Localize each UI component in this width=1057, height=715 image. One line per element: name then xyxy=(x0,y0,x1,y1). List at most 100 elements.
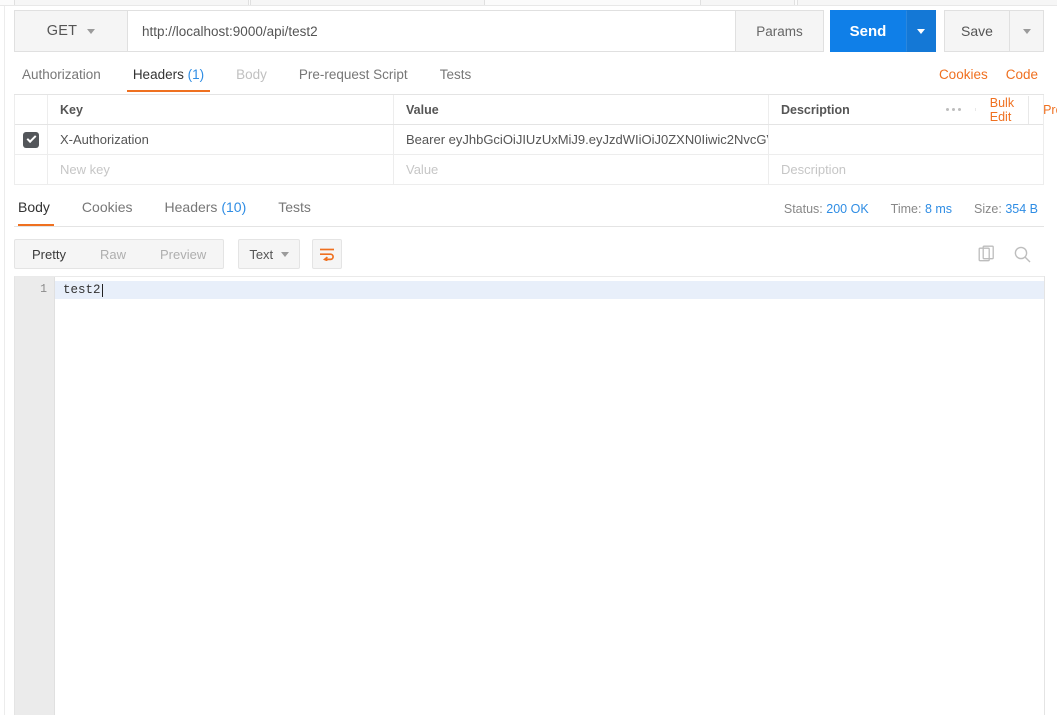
response-tab-tests-label: Tests xyxy=(278,199,311,215)
response-tab-body[interactable]: Body xyxy=(14,193,66,226)
view-mode-pretty[interactable]: Pretty xyxy=(15,240,83,268)
editor-right-divider xyxy=(1044,276,1045,715)
search-icon xyxy=(1014,246,1031,262)
size-meta: Size: 354 B xyxy=(974,202,1038,216)
request-url-bar: GET http://localhost:9000/api/test2 Para… xyxy=(14,10,1044,52)
tab-pre-request-script[interactable]: Pre-request Script xyxy=(283,62,424,92)
copy-button[interactable] xyxy=(978,245,997,264)
bulk-edit-button[interactable]: Bulk Edit xyxy=(976,95,1030,124)
send-button-group: Send xyxy=(830,10,936,52)
header-row-checkbox-cell xyxy=(15,95,48,124)
tab-authorization[interactable]: Authorization xyxy=(14,62,117,92)
chevron-down-icon xyxy=(281,251,290,257)
time-value: 8 ms xyxy=(924,202,953,216)
table-row-new[interactable]: New key Value Description xyxy=(15,155,1043,185)
copy-icon xyxy=(978,245,994,261)
time-meta: Time: 8 ms xyxy=(890,202,953,216)
editor-code-area[interactable]: test2 xyxy=(55,277,1044,715)
postman-window: GET http://localhost:9000/api/test2 Para… xyxy=(0,0,1057,715)
window-top-strip xyxy=(0,0,1057,6)
column-header-value: Value xyxy=(394,95,769,124)
save-options-button[interactable] xyxy=(1010,10,1044,52)
response-tab-headers-label: Headers xyxy=(164,199,218,215)
table-row[interactable]: X-Authorization Bearer eyJhbGciOiJIUzUxM… xyxy=(15,125,1043,155)
new-key-input[interactable]: New key xyxy=(48,155,394,184)
view-mode-group: Pretty Raw Preview xyxy=(14,239,225,269)
request-tab-links: Cookies Code xyxy=(939,62,1044,82)
response-tab-tests[interactable]: Tests xyxy=(262,193,327,226)
cookies-link[interactable]: Cookies xyxy=(939,67,988,82)
response-meta: Status: 200 OK Time: 8 ms Size: 354 B xyxy=(784,193,1044,216)
request-tab-bar: Authorization Headers (1) Body Pre-reque… xyxy=(14,62,1044,95)
column-header-description-area: Description Bulk Edit Presets xyxy=(769,95,1057,124)
code-line[interactable]: test2 xyxy=(55,281,1044,299)
line-number: 1 xyxy=(40,283,47,296)
url-text: http://localhost:9000/api/test2 xyxy=(142,23,318,39)
row-enable-checkbox-cell xyxy=(15,125,48,154)
format-selector[interactable]: Text xyxy=(238,239,301,269)
chevron-down-icon xyxy=(917,28,925,34)
presets-label: Presets xyxy=(1043,102,1057,117)
word-wrap-icon xyxy=(320,248,335,261)
url-input[interactable]: http://localhost:9000/api/test2 xyxy=(128,10,736,52)
header-value-input[interactable]: Bearer eyJhbGciOiJIUzUxMiJ9.eyJzdWIiOiJ0… xyxy=(394,125,769,154)
tab-headers[interactable]: Headers (1) xyxy=(117,62,220,92)
status-meta: Status: 200 OK xyxy=(783,202,869,216)
save-button[interactable]: Save xyxy=(944,10,1010,52)
tab-body[interactable]: Body xyxy=(220,62,283,92)
tab-tests[interactable]: Tests xyxy=(424,62,488,92)
word-wrap-button[interactable] xyxy=(312,239,343,269)
header-key-text: X-Authorization xyxy=(60,132,149,147)
left-divider xyxy=(4,6,5,715)
new-description-input[interactable]: Description xyxy=(769,155,1043,184)
response-tab-body-label: Body xyxy=(18,199,50,215)
save-button-group: Save xyxy=(944,10,1044,52)
new-value-input[interactable]: Value xyxy=(394,155,769,184)
response-tab-cookies[interactable]: Cookies xyxy=(66,193,149,226)
row-enable-checkbox[interactable] xyxy=(23,131,39,148)
headers-table-header-row: Key Value Description Bulk Edit Presets xyxy=(15,95,1057,125)
tab-body-label: Body xyxy=(236,67,267,82)
tab-authorization-label: Authorization xyxy=(22,67,101,82)
header-description-input[interactable] xyxy=(769,125,1043,154)
check-icon xyxy=(26,133,36,144)
code-link[interactable]: Code xyxy=(1006,67,1038,82)
text-cursor xyxy=(101,283,103,297)
params-button[interactable]: Params xyxy=(736,10,824,52)
new-key-placeholder: New key xyxy=(60,162,110,177)
send-button[interactable]: Send xyxy=(830,10,906,52)
format-label: Text xyxy=(249,246,274,262)
chevron-down-icon xyxy=(1022,28,1031,34)
tab-tests-label: Tests xyxy=(439,67,472,82)
new-row-checkbox-cell xyxy=(15,155,48,184)
new-description-placeholder: Description xyxy=(781,162,847,177)
response-body-toolbar: Pretty Raw Preview Text xyxy=(14,239,1044,269)
presets-button[interactable]: Presets xyxy=(1029,103,1057,117)
headers-table: Key Value Description Bulk Edit Presets xyxy=(14,95,1057,185)
response-body-editor[interactable]: 1 test2 xyxy=(14,276,1044,715)
tab-headers-label: Headers xyxy=(132,67,184,82)
editor-gutter: 1 xyxy=(15,277,55,715)
tab-pre-request-script-label: Pre-request Script xyxy=(298,67,408,82)
tab-headers-count: (1) xyxy=(187,67,205,82)
http-method-selector[interactable]: GET xyxy=(14,10,128,52)
code-line-text: test2 xyxy=(63,283,101,297)
send-options-button[interactable] xyxy=(906,10,936,52)
view-mode-raw[interactable]: Raw xyxy=(83,240,143,268)
column-header-description: Description xyxy=(781,102,850,117)
new-value-placeholder: Value xyxy=(406,162,439,177)
header-key-input[interactable]: X-Authorization xyxy=(48,125,394,154)
http-method-label: GET xyxy=(46,23,78,39)
more-options-icon[interactable] xyxy=(945,108,976,111)
response-tab-cookies-label: Cookies xyxy=(81,199,133,215)
response-tab-headers-count: (10) xyxy=(221,199,247,215)
column-header-key: Key xyxy=(48,95,394,124)
search-button[interactable] xyxy=(1013,245,1032,264)
header-value-text: Bearer eyJhbGciOiJIUzUxMiJ9.eyJzdWIiOiJ0… xyxy=(406,132,768,147)
response-tab-bar: Body Cookies Headers (10) Tests Status: … xyxy=(14,193,1044,227)
status-value: 200 OK xyxy=(826,202,869,216)
view-mode-preview[interactable]: Preview xyxy=(143,240,223,268)
response-tab-headers[interactable]: Headers (10) xyxy=(149,193,263,226)
size-value: 354 B xyxy=(1005,202,1038,216)
chevron-down-icon xyxy=(87,28,96,34)
